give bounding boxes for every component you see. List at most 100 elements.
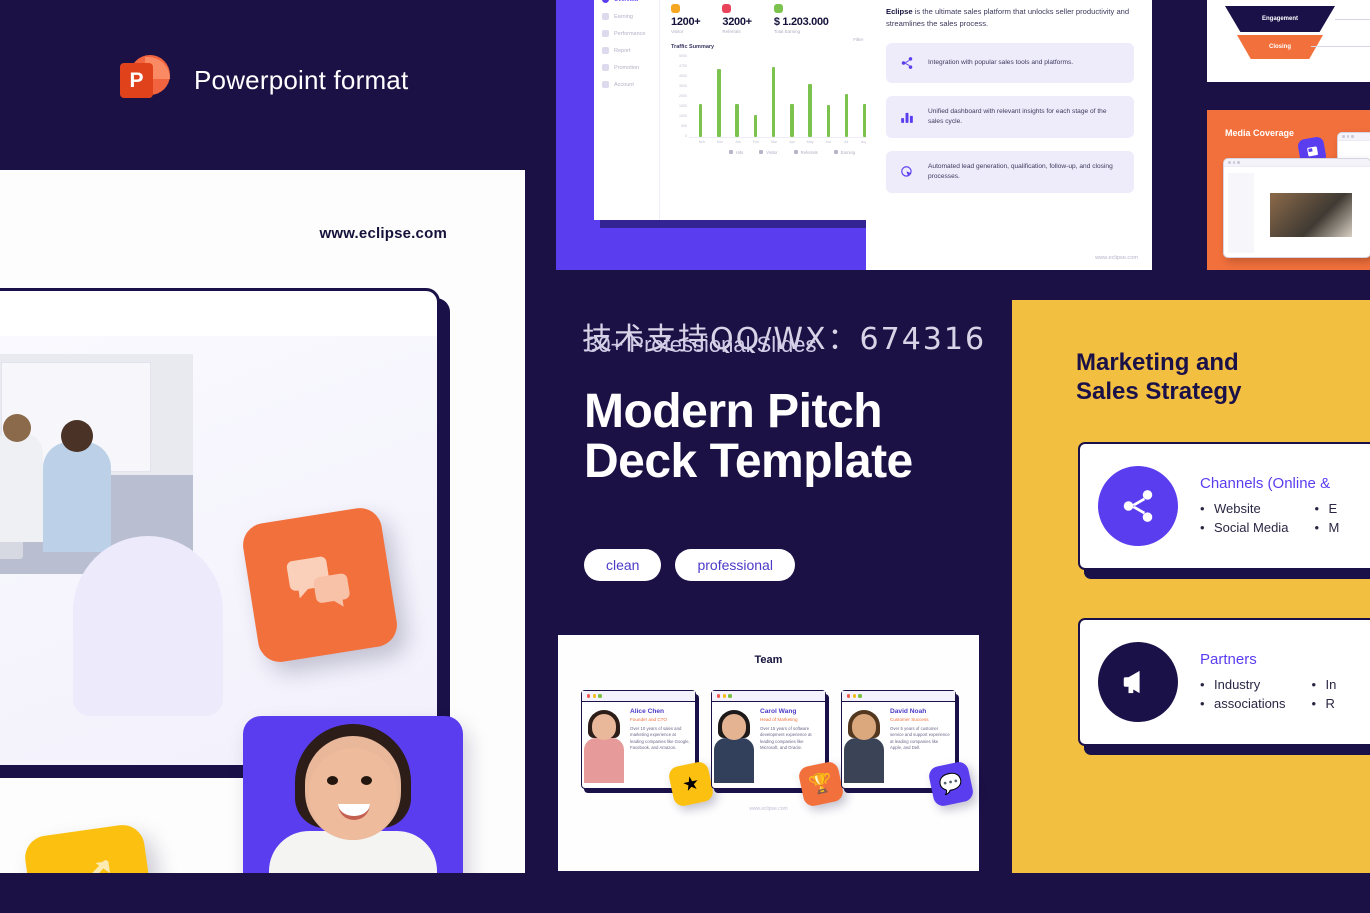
bar — [698, 103, 703, 137]
feature-text: Automated lead generation, qualification… — [928, 163, 1113, 180]
sidebar-item-label: Report — [614, 47, 631, 54]
article-photo — [1270, 193, 1352, 237]
share-icon — [898, 54, 916, 72]
earning-icon — [602, 13, 609, 20]
bar — [790, 103, 794, 137]
sidebar-item-label: Account — [614, 81, 634, 88]
cover-url: www.eclipse.com — [319, 225, 447, 242]
funnel-callout-line — [1311, 46, 1370, 47]
funnel-diagram: Engagement Closing — [1225, 6, 1335, 62]
team-card-row: Alice Chen Founder and CTO Over 10 years o… — [558, 690, 979, 808]
list-item: In — [1312, 675, 1337, 694]
card-column-2: In R — [1312, 675, 1337, 713]
megaphone-icon — [1098, 642, 1178, 722]
powerpoint-format-badge: P Powerpoint format — [0, 0, 525, 170]
bar-column — [730, 54, 745, 137]
hero-title: Modern Pitch Deck Template — [584, 387, 913, 487]
bar-column — [784, 54, 799, 137]
visitor-icon — [671, 4, 680, 13]
chart-x-axis: NovDecJanFebMarAprMayJunJulAugSepOct — [671, 138, 866, 144]
legend-entry: Visitor — [759, 150, 778, 155]
window-close-dot — [587, 694, 591, 698]
team-member-card: David Noah Customer Success Over 5 years o… — [841, 690, 975, 808]
bar-column — [748, 54, 763, 137]
y-tick: 3000 — [679, 84, 687, 88]
traffic-chart: 5000 4750 4000 3000 2000 1500 1000 500 0 — [671, 54, 866, 138]
bar — [826, 104, 831, 137]
card-heading: Partners — [1200, 651, 1257, 668]
feature-text: Unified dashboard with relevant insights… — [928, 108, 1107, 125]
card-columns: Website Social Media E M — [1200, 499, 1339, 537]
team-member-card: Alice Chen Founder and CTO Over 10 years o… — [581, 690, 715, 808]
tag-clean[interactable]: clean — [584, 549, 662, 581]
bar-column — [693, 54, 708, 137]
bar — [808, 83, 812, 137]
tag-professional[interactable]: professional — [675, 549, 795, 581]
share-icon — [1098, 466, 1178, 546]
media-coverage-title: Media Coverage — [1225, 128, 1295, 138]
member-role: Customer Success — [890, 716, 929, 722]
features-url: www.eclipse.com — [1095, 255, 1138, 261]
member-role: Head of Marketing — [760, 716, 798, 722]
y-tick: 1000 — [679, 114, 687, 118]
card-column-2: E M — [1314, 499, 1339, 537]
powerpoint-letter: P — [120, 63, 153, 98]
sidebar-item-report[interactable]: Report — [602, 47, 651, 54]
legend-entry: Hits — [728, 150, 743, 155]
strategy-title-line2: Sales Strategy — [1076, 378, 1242, 405]
funnel-segment-engagement: Engagement — [1225, 6, 1335, 32]
dashboard-content: Overview 1200+ Visitor 3200+ Referrals — [660, 0, 866, 220]
x-tick: Jun — [825, 140, 831, 144]
window-close-dot — [847, 694, 851, 698]
strategy-title: Marketing and Sales Strategy — [1076, 348, 1241, 406]
x-tick: Aug — [860, 140, 866, 144]
chart-legend: Hits Visitor Referrals Earning — [671, 150, 866, 155]
article-sidebar — [1228, 173, 1254, 253]
bar-column — [766, 54, 781, 137]
strategy-card-partners: Partners Industry associations In R — [1078, 618, 1370, 746]
kpi-value: $ 1.203.000 — [773, 16, 829, 28]
list-item: Website — [1200, 499, 1288, 518]
sidebar-item-overview[interactable]: Overview — [602, 0, 651, 3]
cursor-target-icon — [898, 163, 916, 181]
card-column-1: Website Social Media — [1200, 499, 1288, 537]
feature-text: Integration with popular sales tools and… — [928, 59, 1074, 66]
bar-column — [803, 54, 818, 137]
hero-subtitle: 30+ Professional Slides — [586, 332, 817, 357]
member-avatar — [712, 708, 756, 783]
kpi-label: Total Earning — [773, 29, 801, 34]
list-item: E — [1314, 499, 1339, 518]
sidebar-item-earning[interactable]: Earning — [602, 13, 651, 20]
member-name: Carol Wang — [760, 708, 797, 715]
member-name: Alice Chen — [630, 708, 665, 715]
bar — [771, 67, 776, 137]
decorative-shape — [73, 536, 223, 716]
team-member-card: Carol Wang Head of Marketing Over 15 years… — [711, 690, 845, 808]
team-slide: Team Alice Chen Founder and CTO Over 10 ye… — [556, 633, 981, 873]
window-maximize-dot — [598, 694, 602, 698]
funnel-segment-closing: Closing — [1237, 35, 1323, 59]
member-role: Founder and CTO — [630, 716, 667, 722]
member-description: Over 5 years of customer service and sup… — [890, 725, 950, 751]
x-tick: Jan — [735, 140, 741, 144]
list-item: Social Media — [1200, 518, 1288, 537]
sidebar-item-account[interactable]: Account — [602, 81, 651, 88]
funnel-callout-line — [1335, 19, 1370, 20]
feature-item: Integration with popular sales tools and… — [886, 43, 1134, 83]
chart-filter[interactable]: Filter Last 12 Months — [853, 34, 866, 45]
sidebar-item-promotion[interactable]: Promotion — [602, 64, 651, 71]
strategy-card-channels: Channels (Online & Website Social Media … — [1078, 442, 1370, 570]
dashboard-window: eclipse Main Illustration Graphic Templa… — [594, 0, 866, 220]
kpi-value: 1200+ — [671, 16, 701, 28]
hero-title-line2: Deck Template — [584, 435, 913, 488]
overview-icon — [602, 0, 609, 3]
powerpoint-icon: P — [120, 55, 170, 105]
trophy-icon: 🏆 — [797, 760, 845, 808]
hero-title-line1: Modern Pitch — [584, 385, 883, 438]
account-icon — [602, 81, 609, 88]
member-avatar — [842, 708, 886, 783]
kpi-referrals: 3200+ Referrals — [722, 4, 752, 34]
y-tick: 5000 — [679, 54, 687, 58]
sidebar-item-performance[interactable]: Performance — [602, 30, 651, 37]
dashboard-sidebar: Affiliate menu Overview Earning Performa… — [594, 0, 660, 220]
